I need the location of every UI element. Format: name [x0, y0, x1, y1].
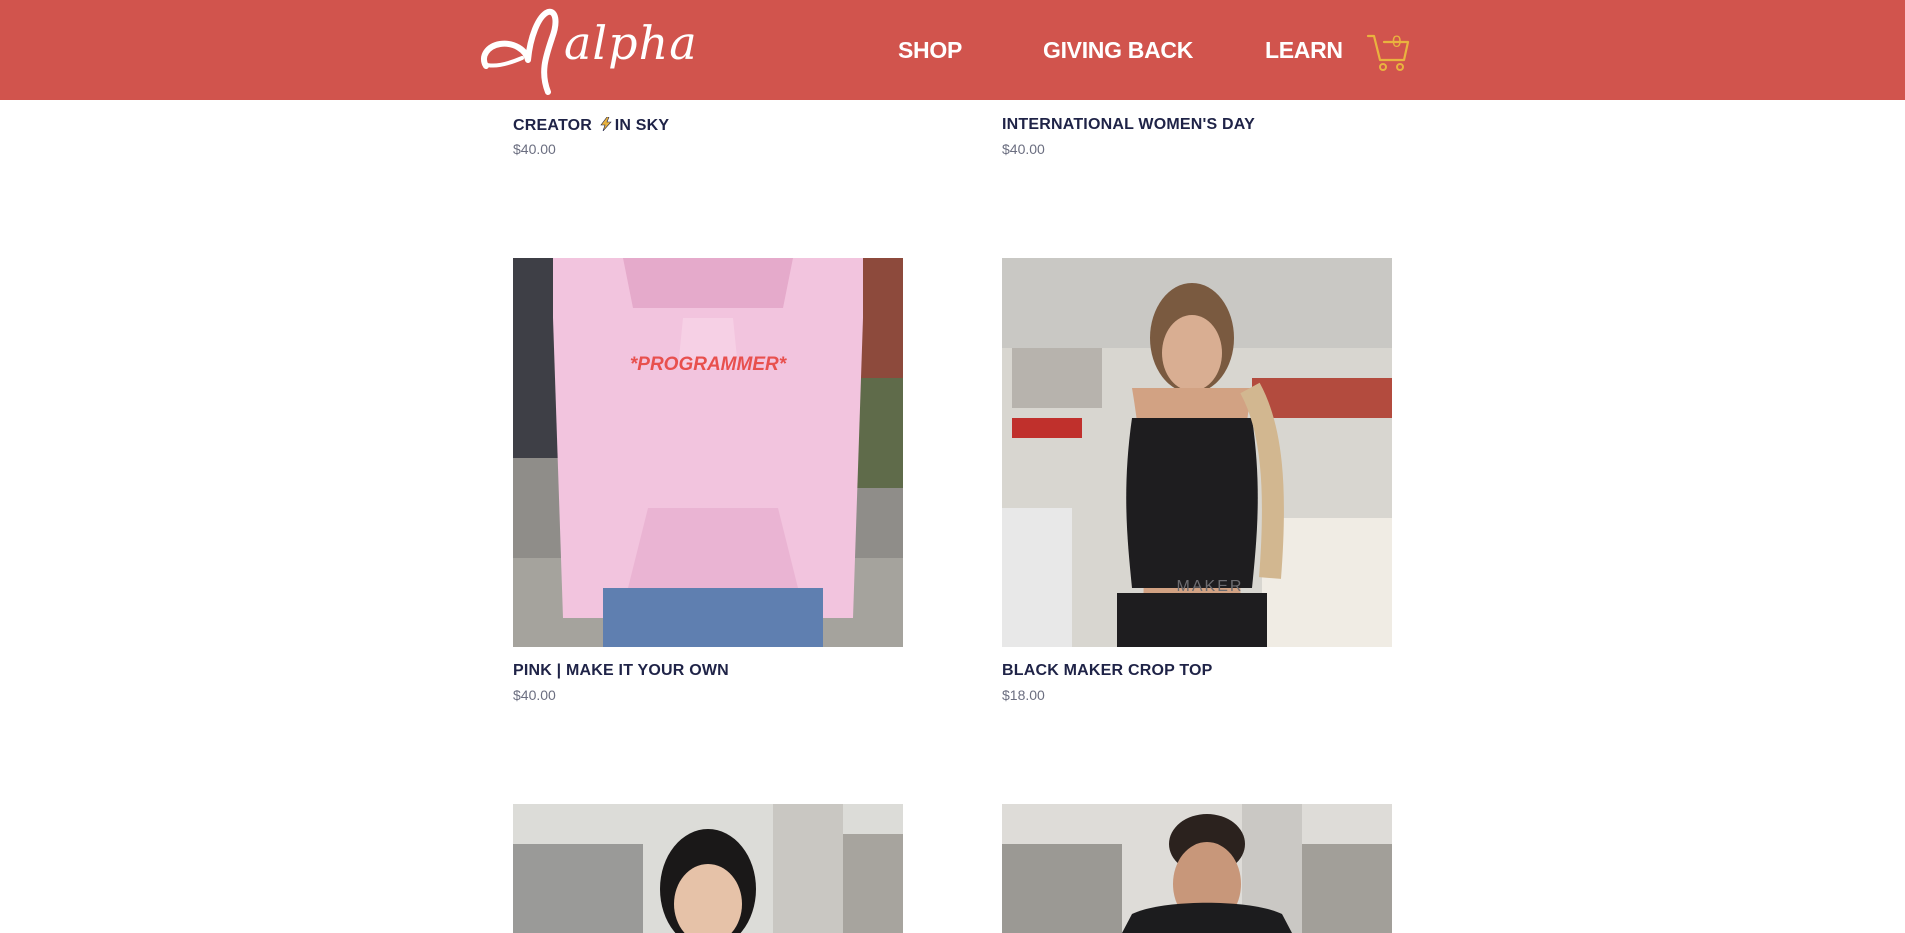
nav-shop[interactable]: SHOP — [898, 37, 962, 63]
lightning-icon — [600, 117, 612, 131]
product-price: $40.00 — [1002, 141, 1045, 157]
logo-text: alpha — [564, 16, 698, 70]
cart-button[interactable]: 0 — [1366, 30, 1410, 72]
product-image[interactable]: MAKER — [1002, 258, 1392, 647]
site-header: alpha SHOP GIVING BACK LEARN 0 — [0, 0, 1905, 100]
product-name[interactable]: CREATOR IN SKY — [513, 117, 669, 134]
product-photo-icon — [1002, 804, 1392, 933]
product-name-part: IN SKY — [614, 117, 670, 134]
product-image[interactable]: *PROGRAMMER* — [513, 258, 903, 647]
nav-giving-back[interactable]: GIVING BACK — [1043, 37, 1193, 63]
product-photo-icon: *PROGRAMMER* — [513, 258, 903, 647]
cart-count: 0 — [1392, 32, 1402, 51]
product-price: $40.00 — [513, 687, 556, 703]
nav-learn[interactable]: LEARN — [1265, 37, 1343, 63]
product-image[interactable] — [513, 804, 903, 933]
product-photo-icon: MAKER — [1002, 258, 1392, 647]
top-print-text: MAKER — [1177, 578, 1244, 595]
logo[interactable]: alpha — [478, 8, 697, 95]
logo-mark-icon — [480, 8, 559, 95]
product-name[interactable]: BLACK MAKER CROP TOP — [1002, 663, 1213, 679]
product-photo-icon — [513, 804, 903, 933]
hoodie-print-text: *PROGRAMMER* — [630, 354, 788, 375]
product-price: $40.00 — [513, 141, 556, 157]
product-name-part: CREATOR — [513, 117, 593, 134]
product-price: $18.00 — [1002, 687, 1045, 703]
product-name[interactable]: INTERNATIONAL WOMEN'S DAY — [1002, 117, 1255, 133]
product-image[interactable] — [1002, 804, 1392, 933]
product-name[interactable]: PINK | MAKE IT YOUR OWN — [513, 663, 729, 679]
cart-icon — [1366, 34, 1410, 71]
